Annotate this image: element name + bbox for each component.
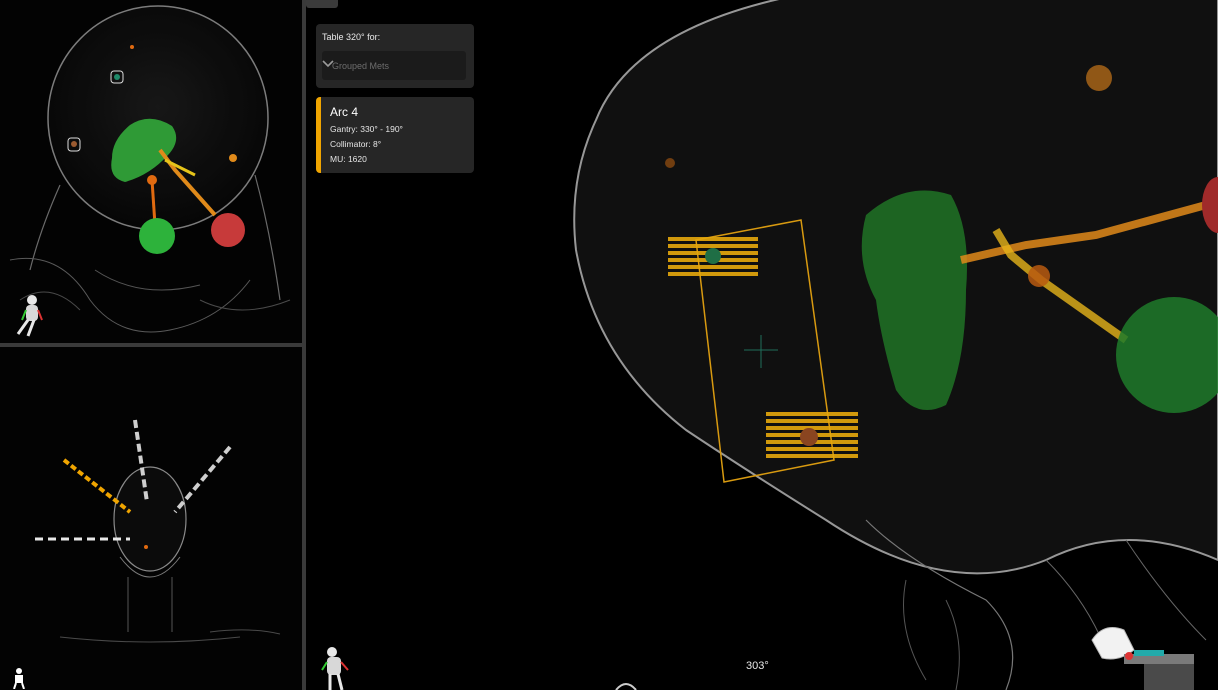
table-label: Table 320° for: [322,32,381,42]
linac-gantry-icon[interactable] [1084,620,1214,690]
arc-gantry: Gantry: 330° - 190° [330,124,403,134]
person-orientation-icon[interactable] [10,294,44,338]
chevron-down-icon [322,60,334,68]
person-standing-icon[interactable] [8,667,30,689]
viewport-main-beams-eye[interactable]: Table 320° for: Grouped Mets Arc 4 Gantr… [306,0,1218,690]
plan-group-dropdown[interactable]: Grouped Mets [322,51,466,80]
arc-collimator: Collimator: 8° [330,139,382,149]
viewport-divider-horizontal[interactable] [0,343,302,347]
dropdown-value: Grouped Mets [332,61,390,71]
gantry-angle-readout: 303° [746,660,769,672]
skull-beam-render [35,419,281,643]
person-orientation-icon[interactable] [318,646,352,690]
table-selection-panel: Table 320° for: Grouped Mets [316,24,474,88]
angle-dial-handle-icon[interactable] [614,682,638,690]
viewport-3d-bottom[interactable] [0,347,302,690]
arc-title: Arc 4 [330,105,359,119]
top-tab-handle[interactable] [306,0,338,8]
viewport-3d-top[interactable] [0,0,302,343]
arc-accent-bar [316,97,321,173]
skull-render-top [9,5,291,333]
arc-mu: MU: 1620 [330,154,367,164]
arc-info-card[interactable]: Arc 4 Gantry: 330° - 190° Collimator: 8°… [316,97,474,173]
crosshair-icon [755,336,767,348]
